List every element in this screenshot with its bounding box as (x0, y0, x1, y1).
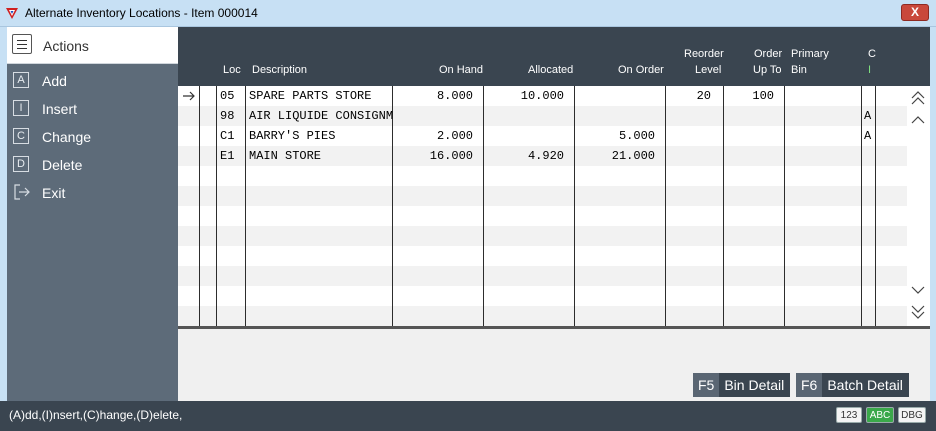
table-row[interactable] (178, 206, 930, 226)
cell-description: AIR LIQUIDE CONSIGNM (249, 109, 394, 123)
change-key-icon: C (13, 128, 29, 144)
title-bar: Alternate Inventory Locations - Item 000… (0, 0, 936, 27)
menu-icon[interactable] (12, 34, 32, 54)
action-exit[interactable]: Exit (7, 180, 178, 206)
table-row[interactable] (178, 186, 930, 206)
grid-bottom-border (178, 326, 930, 329)
scroll-up-icon[interactable] (910, 112, 926, 128)
table-row[interactable] (178, 246, 930, 266)
batch-detail-label: Batch Detail (827, 377, 903, 393)
action-insert-label: Insert (42, 101, 78, 117)
cell-loc: 98 (220, 109, 235, 123)
header-order-up-to-line2[interactable]: Up To (753, 63, 782, 78)
column-divider (574, 86, 575, 327)
batch-detail-key: F6 (796, 373, 823, 397)
column-divider (483, 86, 484, 327)
cell-ci: A (864, 129, 872, 143)
cell-reorder: 20 (696, 89, 711, 103)
column-divider (216, 86, 217, 327)
cell-on-order: 5.000 (618, 129, 655, 143)
bin-detail-label: Bin Detail (724, 377, 785, 393)
header-primary-bin-line1[interactable]: Primary (791, 47, 829, 62)
actions-sidebar: Actions A Add I Insert C Change D Delete… (7, 27, 178, 401)
cell-order-up-to: 100 (752, 89, 774, 103)
status-hint: (A)dd,(I)nsert,(C)hange,(D)elete, (9, 408, 183, 422)
cell-description: SPARE PARTS STORE (249, 89, 372, 103)
numeric-mode-badge: 123 (836, 407, 862, 423)
header-loc[interactable]: Loc (223, 63, 241, 78)
header-reorder-line2[interactable]: Level (695, 63, 721, 78)
scroll-bottom-icon[interactable] (910, 304, 926, 320)
locations-panel: Loc Description On Hand Allocated On Ord… (178, 27, 930, 401)
action-delete-label: Delete (42, 157, 83, 173)
column-divider (665, 86, 666, 327)
action-change[interactable]: C Change (7, 124, 178, 150)
scroll-down-icon[interactable] (910, 282, 926, 298)
column-divider (245, 86, 246, 327)
batch-detail-button[interactable]: F6 Batch Detail (796, 373, 909, 397)
column-divider (723, 86, 724, 327)
column-divider (199, 86, 200, 327)
table-row[interactable] (178, 286, 930, 306)
bin-detail-button[interactable]: F5 Bin Detail (693, 373, 791, 397)
header-order-up-to-line1[interactable]: Order (754, 47, 782, 62)
action-add[interactable]: A Add (7, 68, 178, 94)
scroll-top-icon[interactable] (910, 90, 926, 106)
cell-ci: A (864, 109, 872, 123)
window-title: Alternate Inventory Locations - Item 000… (25, 6, 258, 20)
header-on-hand[interactable]: On Hand (439, 63, 483, 78)
table-row[interactable] (178, 166, 930, 186)
header-ci-line2[interactable]: I (868, 63, 871, 78)
column-divider (784, 86, 785, 327)
grid-header: Loc Description On Hand Allocated On Ord… (178, 27, 930, 86)
cell-allocated: 10.000 (520, 89, 564, 103)
header-on-order[interactable]: On Order (618, 63, 664, 78)
header-description[interactable]: Description (252, 63, 307, 78)
cell-loc: 05 (220, 89, 235, 103)
header-ci-line1[interactable]: C (868, 47, 876, 62)
cell-loc: C1 (220, 129, 235, 143)
window-frame-left (0, 27, 7, 431)
caps-mode-badge: ABC (866, 407, 894, 423)
debug-mode-badge: DBG (898, 407, 926, 423)
cell-description: MAIN STORE (249, 149, 322, 163)
grid-scrollbar[interactable] (907, 86, 930, 327)
action-exit-label: Exit (42, 185, 66, 201)
cell-loc: E1 (220, 149, 235, 163)
cell-on-hand: 2.000 (436, 129, 473, 143)
cell-on-order: 21.000 (611, 149, 655, 163)
action-delete[interactable]: D Delete (7, 152, 178, 178)
action-add-label: Add (42, 73, 67, 89)
table-row[interactable] (178, 226, 930, 246)
header-allocated[interactable]: Allocated (528, 63, 573, 78)
column-divider (875, 86, 876, 327)
exit-icon (14, 184, 30, 200)
table-row[interactable] (178, 266, 930, 286)
delete-key-icon: D (13, 156, 29, 172)
insert-key-icon: I (13, 100, 29, 116)
add-key-icon: A (13, 72, 29, 88)
close-button[interactable]: X (901, 4, 929, 21)
cell-description: BARRY'S PIES (249, 129, 336, 143)
action-insert[interactable]: I Insert (7, 96, 178, 122)
current-row-arrow-icon (183, 91, 195, 101)
locations-grid: 05 SPARE PARTS STORE 8.000 10.000 20 100… (178, 86, 930, 327)
actions-header[interactable]: Actions (7, 27, 178, 64)
column-divider (861, 86, 862, 327)
cell-on-hand: 16.000 (429, 149, 473, 163)
cell-on-hand: 8.000 (436, 89, 473, 103)
bin-detail-key: F5 (693, 373, 720, 397)
action-change-label: Change (42, 129, 92, 145)
header-reorder-line1[interactable]: Reorder (684, 47, 724, 62)
actions-title: Actions (43, 38, 89, 54)
app-logo-icon (6, 8, 18, 19)
table-row[interactable] (178, 306, 930, 326)
window-frame-right (930, 27, 936, 431)
cell-allocated: 4.920 (527, 149, 564, 163)
header-primary-bin-line2[interactable]: Bin (791, 63, 807, 78)
status-bar: (A)dd,(I)nsert,(C)hange,(D)elete, 123 AB… (0, 401, 936, 431)
